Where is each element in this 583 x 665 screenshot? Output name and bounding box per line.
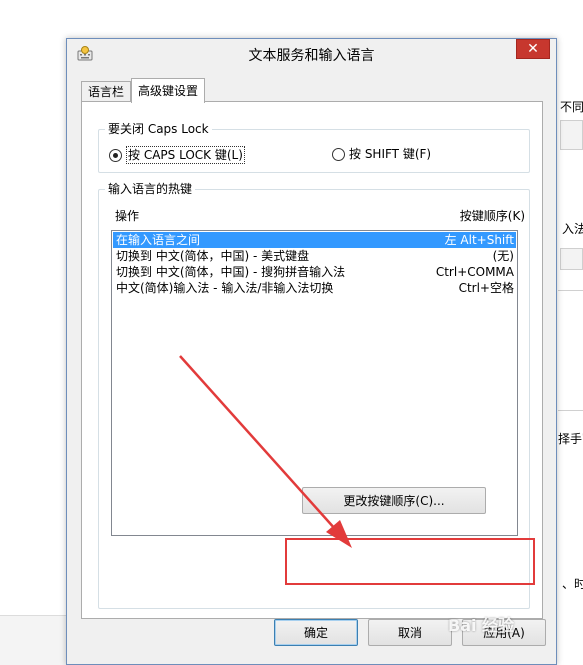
list-item-action: 切换到 中文(简体，中国) - 搜狗拼音输入法 xyxy=(116,265,346,279)
tab-language-bar[interactable]: 语言栏 xyxy=(81,81,131,102)
ok-button[interactable]: 确定 xyxy=(274,619,358,646)
background-strip xyxy=(0,615,66,665)
baidu-watermark: Bai 经验 xyxy=(448,616,515,635)
background-divider xyxy=(558,290,583,291)
background-text: 入法 xyxy=(562,222,583,236)
radio-shift-label: 按 SHIFT 键(F) xyxy=(349,147,432,161)
radio-shift[interactable]: 按 SHIFT 键(F) xyxy=(332,146,431,162)
dialog-title: 文本服务和输入语言 xyxy=(248,48,375,64)
list-item-keys: Ctrl+COMMA xyxy=(435,265,514,279)
list-item[interactable]: 中文(简体)输入法 - 输入法/非输入法切换 Ctrl+空格 xyxy=(113,280,516,296)
list-item-action: 在输入语言之间 xyxy=(116,233,201,247)
title-bar[interactable]: 文本服务和输入语言 ✕ xyxy=(67,39,556,69)
background-box xyxy=(560,248,583,270)
caps-lock-group: 要关闭 Caps Lock 按 CAPS LOCK 键(L) 按 SHIFT 键… xyxy=(98,121,530,173)
close-button[interactable]: ✕ xyxy=(516,39,550,59)
list-item-action: 中文(简体)输入法 - 输入法/非输入法切换 xyxy=(116,281,334,295)
list-item[interactable]: 切换到 中文(简体，中国) - 搜狗拼音输入法 Ctrl+COMMA xyxy=(113,264,516,280)
close-icon: ✕ xyxy=(527,41,539,57)
caps-lock-group-title: 要关闭 Caps Lock xyxy=(105,121,212,137)
list-item-action: 切换到 中文(简体，中国) - 美式键盘 xyxy=(116,249,310,263)
hotkey-group-title: 输入语言的热键 xyxy=(105,181,196,197)
tab-advanced-key-settings[interactable]: 高级键设置 xyxy=(131,78,205,103)
change-key-sequence-button[interactable]: 更改按键顺序(C)... xyxy=(302,487,486,514)
column-header-action: 操作 xyxy=(115,209,140,223)
column-header-key-sequence: 按键顺序(K) xyxy=(459,209,525,223)
list-item-keys: (无) xyxy=(492,249,514,263)
radio-caps-lock[interactable]: 按 CAPS LOCK 键(L) xyxy=(109,146,245,164)
background-divider xyxy=(558,410,583,411)
list-item[interactable]: 在输入语言之间 左 Alt+Shift xyxy=(113,232,516,248)
radio-checked-icon xyxy=(109,148,122,162)
list-item[interactable]: 切换到 中文(简体，中国) - 美式键盘 (无) xyxy=(113,248,516,264)
background-text: 、时 xyxy=(562,577,583,591)
background-box xyxy=(560,120,583,150)
cancel-button[interactable]: 取消 xyxy=(368,619,452,646)
radio-caps-lock-label: 按 CAPS LOCK 键(L) xyxy=(126,146,245,164)
radio-unchecked-icon xyxy=(332,147,345,161)
list-item-keys: Ctrl+空格 xyxy=(458,281,514,295)
background-text: 择手写 xyxy=(558,432,583,446)
highlight-annotation-box xyxy=(285,538,535,585)
background-text: 不同 xyxy=(560,100,583,114)
list-item-keys: 左 Alt+Shift xyxy=(444,233,514,247)
